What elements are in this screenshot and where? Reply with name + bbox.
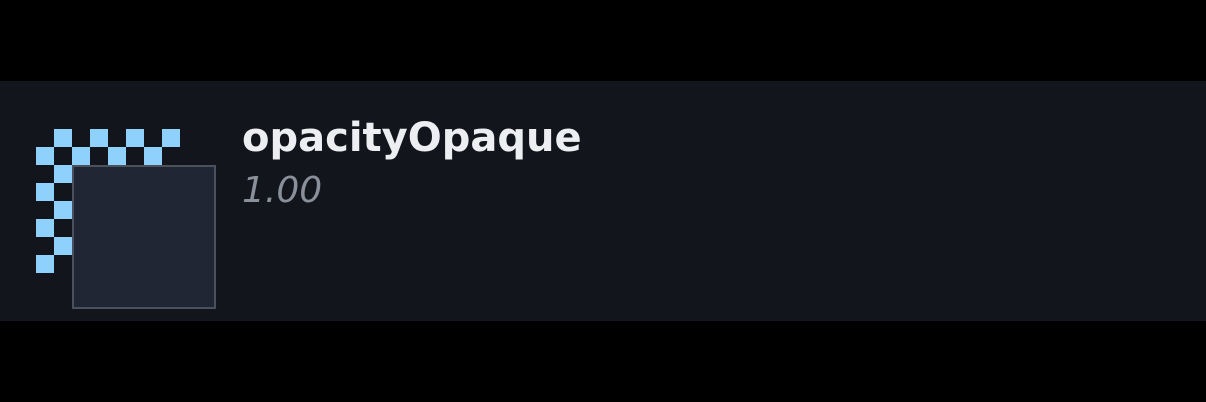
opacity-preview <box>36 129 216 309</box>
token-info: opacityOpaque 1.00 <box>242 111 582 217</box>
token-card: opacityOpaque 1.00 <box>0 81 1206 321</box>
token-value: 1.00 <box>242 170 323 211</box>
token-name: opacityOpaque <box>242 115 582 161</box>
opacity-swatch <box>72 165 216 309</box>
